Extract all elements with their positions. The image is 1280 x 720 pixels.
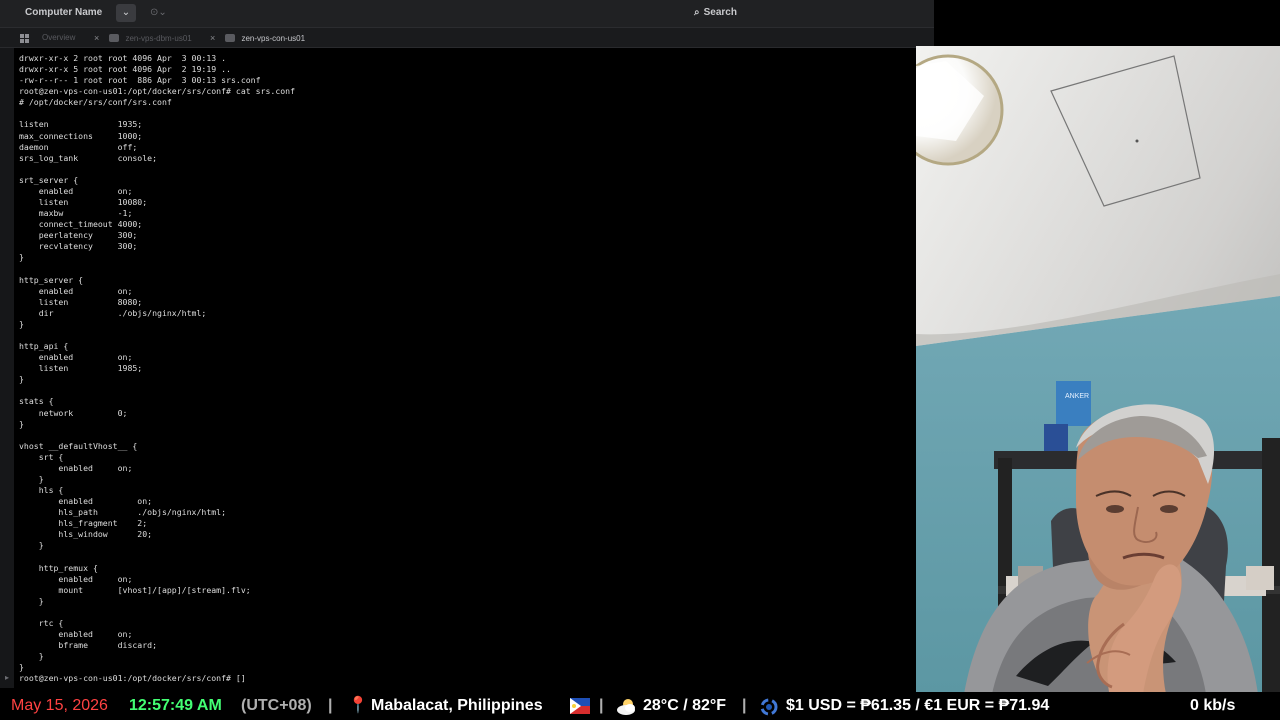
ticker-time: 12:57:49 AM — [129, 697, 222, 714]
partly-cloudy-icon — [616, 698, 638, 716]
terminal-top-bar: Computer Name ⌄ ⊙⌄ ⌕ Search — [0, 0, 934, 28]
tab-label: Overview — [42, 33, 76, 42]
search-label: Search — [703, 7, 737, 18]
tab-label: zen-vps-dbm-us01 — [125, 34, 192, 43]
search-icon: ⌕ — [694, 7, 700, 18]
ticker-network-speed: 0 kb/s — [1190, 697, 1236, 714]
webcam-feed: ANKER — [916, 46, 1280, 694]
location-pin-icon: 📍 — [348, 697, 368, 714]
computer-name: Computer Name — [25, 7, 103, 18]
terminal-scroll-marker: ▸ — [5, 673, 10, 682]
status-icon: ⊙⌄ — [150, 7, 167, 18]
bottom-status-ticker: May 15, 2026 12:57:49 AM (UTC+08) | 📍 Ma… — [0, 692, 1280, 720]
terminal-output[interactable]: drwxr-xr-x 2 root root 4096 Apr 3 00:13 … — [14, 48, 916, 688]
terminal-gutter — [0, 48, 14, 688]
webcam-box-text: ANKER — [1065, 393, 1089, 400]
status-dropdown-button[interactable]: ⊙⌄ — [150, 4, 180, 22]
tab-overview[interactable]: Overview — [42, 30, 75, 46]
close-icon[interactable]: × — [94, 30, 102, 46]
ticker-separator: | — [742, 697, 747, 714]
philippines-flag-icon — [570, 698, 590, 714]
ticker-weather: 28°C / 82°F — [643, 697, 727, 714]
remote-desktop-stream: Computer Name ⌄ ⊙⌄ ⌕ Search Overview × z… — [0, 0, 1280, 720]
ticker-separator: | — [328, 697, 333, 714]
currency-exchange-icon — [759, 698, 779, 716]
server-badge-icon — [109, 34, 120, 42]
tab-label: zen-vps-con-us01 — [241, 34, 306, 43]
ticker-location: Mabalacat, Philippines — [371, 697, 543, 714]
tab-zen-vps-dbm-us01[interactable]: × zen-vps-dbm-us01 — [94, 30, 204, 46]
tab-bar: Overview × zen-vps-dbm-us01 × zen-vps-co… — [0, 28, 934, 48]
grid-icon[interactable] — [20, 34, 29, 43]
tab-zen-vps-con-us01[interactable]: × zen-vps-con-us01 — [210, 30, 314, 46]
computer-dropdown-button[interactable]: ⌄ — [116, 4, 136, 22]
chevron-down-icon: ⌄ — [121, 7, 131, 18]
close-icon[interactable]: × — [210, 30, 218, 46]
ticker-timezone: (UTC+08) — [241, 697, 312, 714]
server-badge-icon — [225, 34, 236, 42]
webcam-image: ANKER — [916, 46, 1280, 694]
ticker-exchange-rate: $1 USD = ₱61.35 / €1 EUR = ₱71.94 — [786, 697, 1050, 714]
ticker-date: May 15, 2026 — [11, 697, 108, 714]
terminal-text: drwxr-xr-x 2 root root 4096 Apr 3 00:13 … — [19, 53, 296, 684]
ticker-separator: | — [599, 697, 604, 714]
search-button[interactable]: ⌕ Search — [694, 4, 737, 22]
